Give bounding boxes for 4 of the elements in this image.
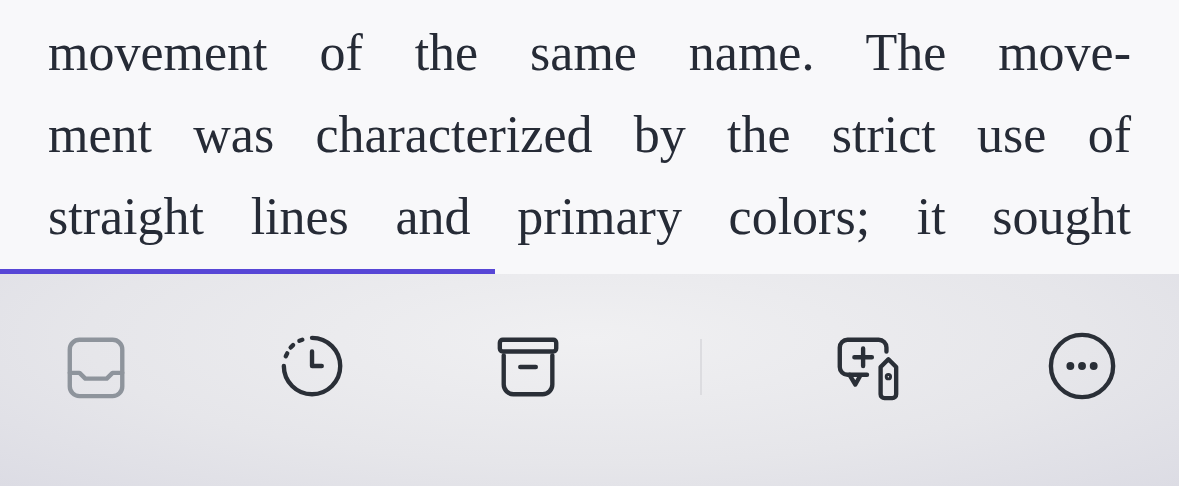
more-icon <box>1048 332 1118 402</box>
paragraph-line: straight lines and primary colors; it sought <box>48 187 1131 247</box>
paragraph-line: ment was characterized by the strict use of <box>48 105 1131 165</box>
paragraph-line: movement of the same name. The move- <box>48 23 1131 83</box>
